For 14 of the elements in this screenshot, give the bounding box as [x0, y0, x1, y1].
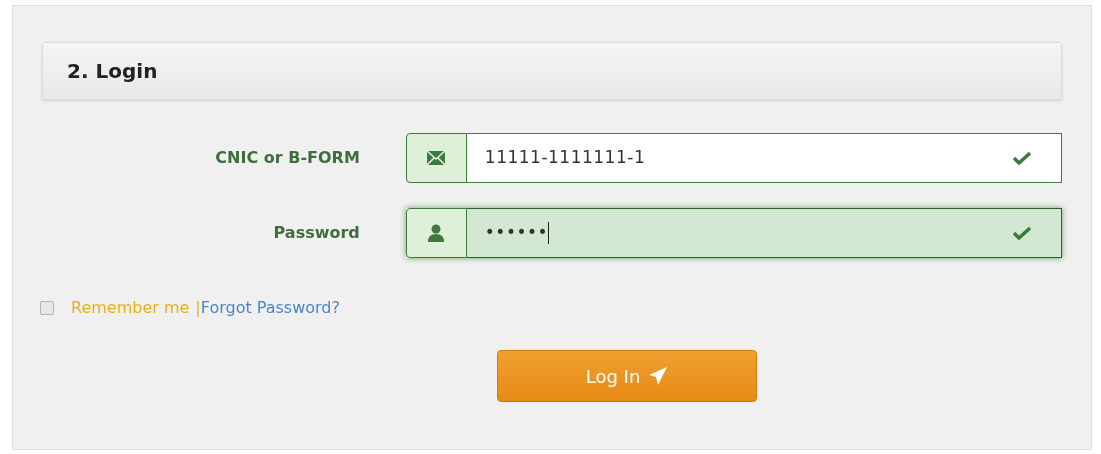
- remember-checkbox[interactable]: [40, 301, 54, 315]
- paper-plane-icon: [648, 366, 669, 386]
- field-label: CNIC or B-FORM: [214, 147, 361, 169]
- envelope-icon: [427, 151, 446, 165]
- field-label: Password: [272, 222, 361, 244]
- section-title: 2. Login: [67, 58, 158, 85]
- input-value: 11111-1111111-1: [484, 146, 646, 170]
- input-value: ••••••: [484, 221, 548, 245]
- text-cursor: [548, 222, 549, 244]
- input-field[interactable]: 11111-1111111-1: [466, 133, 1062, 183]
- input-field[interactable]: ••••••: [466, 208, 1062, 258]
- user-icon: [428, 224, 445, 242]
- separator: |: [195, 297, 201, 319]
- remember-label: Remember me: [71, 297, 190, 319]
